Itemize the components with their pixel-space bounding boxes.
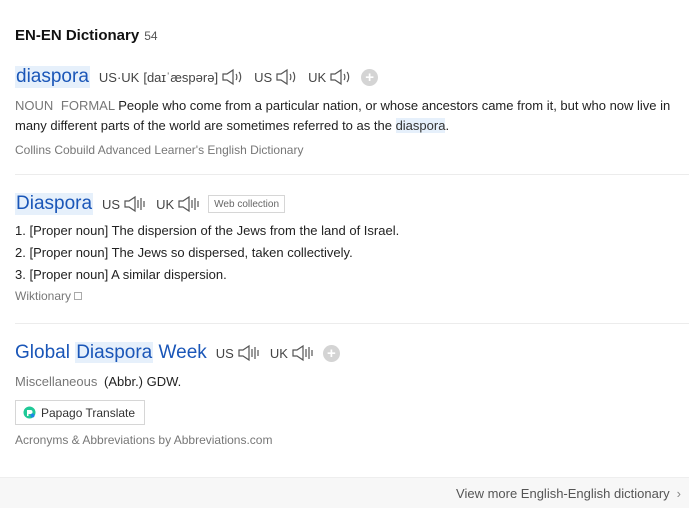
add-wordbook-icon[interactable]: + — [361, 68, 379, 86]
papago-translate-button[interactable]: Papago Translate — [15, 400, 146, 425]
uk-speaker-icon[interactable] — [328, 67, 352, 87]
entry-word-link[interactable]: Global Diaspora Week — [15, 342, 207, 364]
uk-speaker-icon[interactable] — [176, 194, 200, 214]
list-item: 1. [Proper noun] The dispersion of the J… — [15, 223, 400, 238]
word-part: Global — [15, 342, 70, 363]
section-header: EN-EN Dictionary 54 — [15, 27, 158, 47]
part-of-speech: NOUN — [15, 98, 54, 113]
definition: Miscellaneous (Abbr.) GDW. — [15, 372, 689, 392]
highlighted-term: diaspora — [395, 118, 446, 133]
source-tag: Web collection — [208, 195, 286, 213]
register-label: FORMAL — [60, 98, 115, 113]
uk-speaker-icon[interactable] — [290, 343, 314, 363]
entry-word-link[interactable]: diaspora — [15, 66, 90, 88]
definition-text: (Abbr.) GDW. — [104, 374, 182, 389]
list-item: 3. [Proper noun] A similar dispersion. — [15, 267, 227, 282]
add-wordbook-icon[interactable]: + — [322, 344, 340, 362]
source-link[interactable]: Collins Cobuild Advanced Learner's Engli… — [15, 143, 689, 157]
source-label: Wiktionary — [15, 289, 72, 303]
part-of-speech: Miscellaneous — [15, 374, 98, 389]
entry-diaspora: diaspora US·UK [daɪˈæspərə] US UK + NOUN… — [15, 65, 689, 157]
papago-label: Papago Translate — [41, 405, 136, 420]
external-link-icon — [74, 292, 83, 300]
entry-global-diaspora-week: Global Diaspora Week US UK + Miscellaneo… — [15, 341, 689, 447]
list-item: 2. [Proper noun] The Jews so dispersed, … — [15, 245, 353, 260]
section-title: EN-EN Dictionary — [15, 27, 140, 44]
pronunciation-region: US·UK — [98, 69, 140, 85]
word-part: Week — [158, 342, 207, 363]
uk-label: UK — [269, 345, 288, 361]
us-label: US — [254, 69, 273, 85]
speaker-icon[interactable] — [220, 67, 244, 87]
word-part-highlight: Diaspora — [75, 342, 154, 363]
phonetic-text: [daɪˈæspərə] — [143, 69, 219, 85]
us-label: US — [215, 345, 234, 361]
view-more-label: View more English-English dictionary — [456, 486, 670, 501]
papago-icon — [23, 406, 36, 419]
chevron-right-icon: › — [676, 486, 681, 501]
footer-bar: View more English-English dictionary › — [0, 477, 689, 508]
uk-label: UK — [308, 69, 327, 85]
source-link[interactable]: Wiktionary — [15, 289, 689, 303]
definition-list: 1. [Proper noun] The dispersion of the J… — [15, 220, 689, 286]
us-speaker-icon[interactable] — [274, 67, 298, 87]
us-speaker-icon[interactable] — [236, 343, 260, 363]
entry-word-link[interactable]: Diaspora — [15, 193, 94, 215]
divider — [15, 323, 689, 324]
divider — [15, 174, 689, 175]
uk-label: UK — [156, 196, 175, 212]
us-speaker-icon[interactable] — [122, 194, 146, 214]
source-link[interactable]: Acronyms & Abbreviations by Abbreviation… — [15, 433, 689, 447]
result-count: 54 — [144, 29, 158, 43]
view-more-link[interactable]: View more English-English dictionary › — [456, 486, 681, 501]
entry-diaspora-proper: Diaspora US UK Web collection 1. [Proper… — [15, 192, 689, 303]
us-label: US — [102, 196, 121, 212]
definition: NOUN FORMAL People who come from a parti… — [15, 96, 685, 136]
definition-end: . — [445, 118, 450, 133]
